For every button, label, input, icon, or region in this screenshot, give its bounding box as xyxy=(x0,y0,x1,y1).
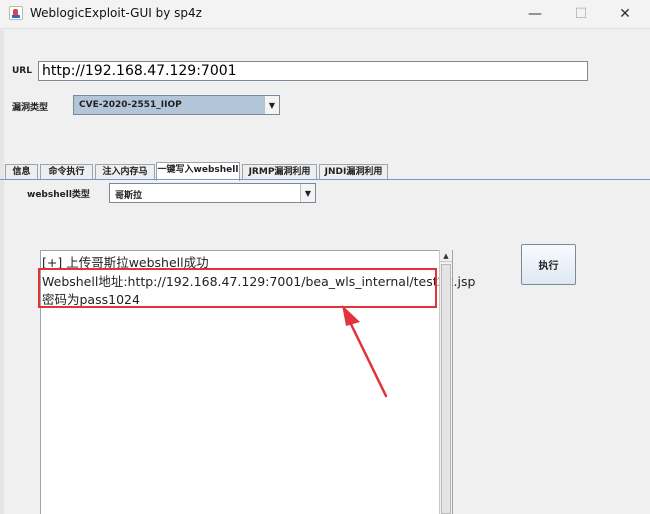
url-label: URL xyxy=(12,66,32,76)
webshell-type-label: webshell类型 xyxy=(27,190,90,200)
scrollbar-thumb[interactable] xyxy=(441,264,451,514)
tab-jrmp[interactable]: JRMP漏洞利用 xyxy=(242,164,317,180)
close-button[interactable]: ✕ xyxy=(602,0,648,28)
vuln-type-value: CVE-2020-2551_IIOP xyxy=(79,100,182,110)
vuln-type-select[interactable]: CVE-2020-2551_IIOP ▼ xyxy=(73,95,280,115)
tab-jndi[interactable]: JNDI漏洞利用 xyxy=(319,164,388,180)
minimize-button[interactable]: — xyxy=(512,0,558,28)
window-left-edge xyxy=(0,28,4,514)
execute-button[interactable]: 执行 xyxy=(521,244,576,285)
vuln-type-label: 漏洞类型 xyxy=(12,103,49,113)
tab-info[interactable]: 信息 xyxy=(5,164,38,180)
window-title: WeblogicExploit-GUI by sp4z xyxy=(30,6,202,20)
webshell-type-value: 哥斯拉 xyxy=(115,191,143,201)
tab-divider xyxy=(0,179,650,180)
annotation-arrow xyxy=(342,305,388,398)
java-app-icon xyxy=(9,6,23,20)
tab-memory-shell[interactable]: 注入内存马 xyxy=(95,164,155,180)
chevron-down-icon[interactable]: ▼ xyxy=(300,184,315,202)
webshell-type-select[interactable]: 哥斯拉 ▼ xyxy=(109,183,316,203)
maximize-button[interactable]: ☐ xyxy=(558,0,604,28)
chevron-down-icon[interactable]: ▼ xyxy=(264,96,279,114)
url-input[interactable]: http://192.168.47.129:7001 xyxy=(38,61,588,81)
tab-command-exec[interactable]: 命令执行 xyxy=(40,164,93,180)
vertical-scrollbar[interactable]: ▲ xyxy=(439,250,452,514)
scroll-up-icon[interactable]: ▲ xyxy=(440,250,452,262)
